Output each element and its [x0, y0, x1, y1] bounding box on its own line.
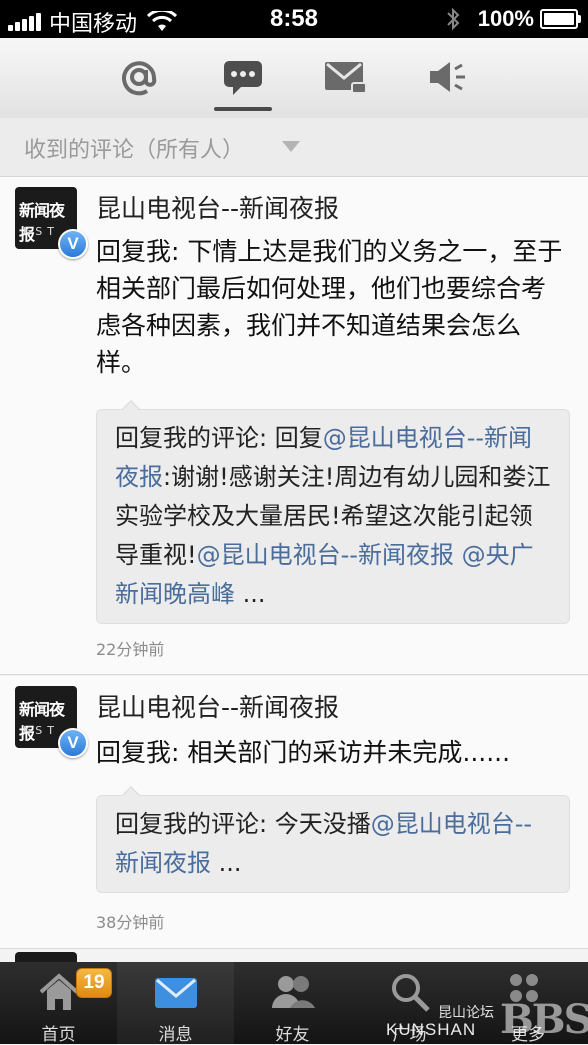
comment-item[interactable]: 新闻夜报 KST V 昆山电视台--新闻夜报 回复我: 相关部门的采访并未完成.… [0, 676, 588, 949]
tab-label: 消息 [158, 1025, 193, 1045]
watermark: 昆山论坛 KUNSHAN BBS [386, 988, 588, 1044]
watermark-site: 昆山论坛 [438, 1004, 494, 1020]
quote-ellipsis: ... [235, 580, 266, 608]
bottom-tab-bar: 19 首页 消息 好友 广场 更多 昆山论坛 KUNSHAN BBS [0, 962, 588, 1045]
quote-ellipsis: ... [211, 849, 242, 877]
speaker-icon [430, 62, 465, 92]
filter-label: 收到的评论（所有人） [24, 138, 245, 163]
avatar[interactable]: 新闻夜报 KST V [15, 187, 88, 259]
message-type-tabs [0, 38, 588, 119]
comment-text: 回复我: 相关部门的采访并未完成...... [96, 738, 511, 767]
comment-icon [224, 61, 262, 95]
verified-badge-icon: V [58, 229, 88, 259]
home-icon [39, 973, 78, 1010]
friends-icon [271, 976, 315, 1008]
envelope-icon [325, 62, 367, 94]
author-name[interactable]: 昆山电视台--新闻夜报 [96, 189, 339, 225]
quoted-comment[interactable]: 回复我的评论: 回复@昆山电视台--新闻夜报:谢谢!感谢关注!周边有幼儿园和娄江… [96, 400, 570, 624]
comment-item[interactable]: 新闻夜报 KST V 昆山电视台--新闻夜报 回复我: 下情上达是我们的义务之一… [0, 177, 588, 675]
tab-label: 好友 [275, 1025, 310, 1045]
tab-mentions[interactable] [112, 50, 166, 104]
verified-badge-icon: V [58, 728, 88, 758]
watermark-bbs: BBS [500, 996, 588, 1043]
comment-text: 回复我: 下情上达是我们的义务之一，至于相关部门最后如何处理，他们也要综合考虑各… [96, 237, 563, 377]
battery-icon [540, 9, 581, 29]
comment-timestamp: 22分钟前 [96, 640, 165, 659]
battery-percent: 100% [477, 6, 534, 31]
tab-home[interactable]: 19 首页 [0, 962, 117, 1045]
comment-timestamp: 38分钟前 [96, 913, 165, 932]
tab-messages[interactable]: 消息 [117, 962, 234, 1045]
quote-prefix: 回复我的评论: 今天没播 [115, 810, 371, 838]
avatar[interactable]: 新闻夜报 KST V [15, 686, 88, 758]
quoted-comment[interactable]: 回复我的评论: 今天没播@昆山电视台--新闻夜报 ... [96, 786, 570, 893]
tab-label: 首页 [41, 1025, 76, 1045]
bluetooth-icon [447, 7, 460, 31]
author-name[interactable]: 昆山电视台--新闻夜报 [96, 688, 339, 724]
tab-notifications[interactable] [420, 50, 474, 104]
tab-friends[interactable]: 好友 [234, 962, 351, 1045]
at-sign-icon [122, 61, 157, 96]
chevron-down-icon [282, 141, 300, 152]
status-bar: 中国移动 8:58 100% [0, 0, 588, 38]
comment-filter[interactable]: 收到的评论（所有人） [0, 118, 588, 177]
tab-private-messages[interactable] [318, 50, 372, 104]
tab-comments[interactable] [214, 50, 272, 111]
unread-count-badge: 19 [76, 968, 112, 998]
envelope-icon [154, 978, 197, 1008]
watermark-brand: KUNSHAN [386, 1020, 477, 1039]
quote-prefix: 回复我的评论: 回复 [115, 424, 323, 452]
